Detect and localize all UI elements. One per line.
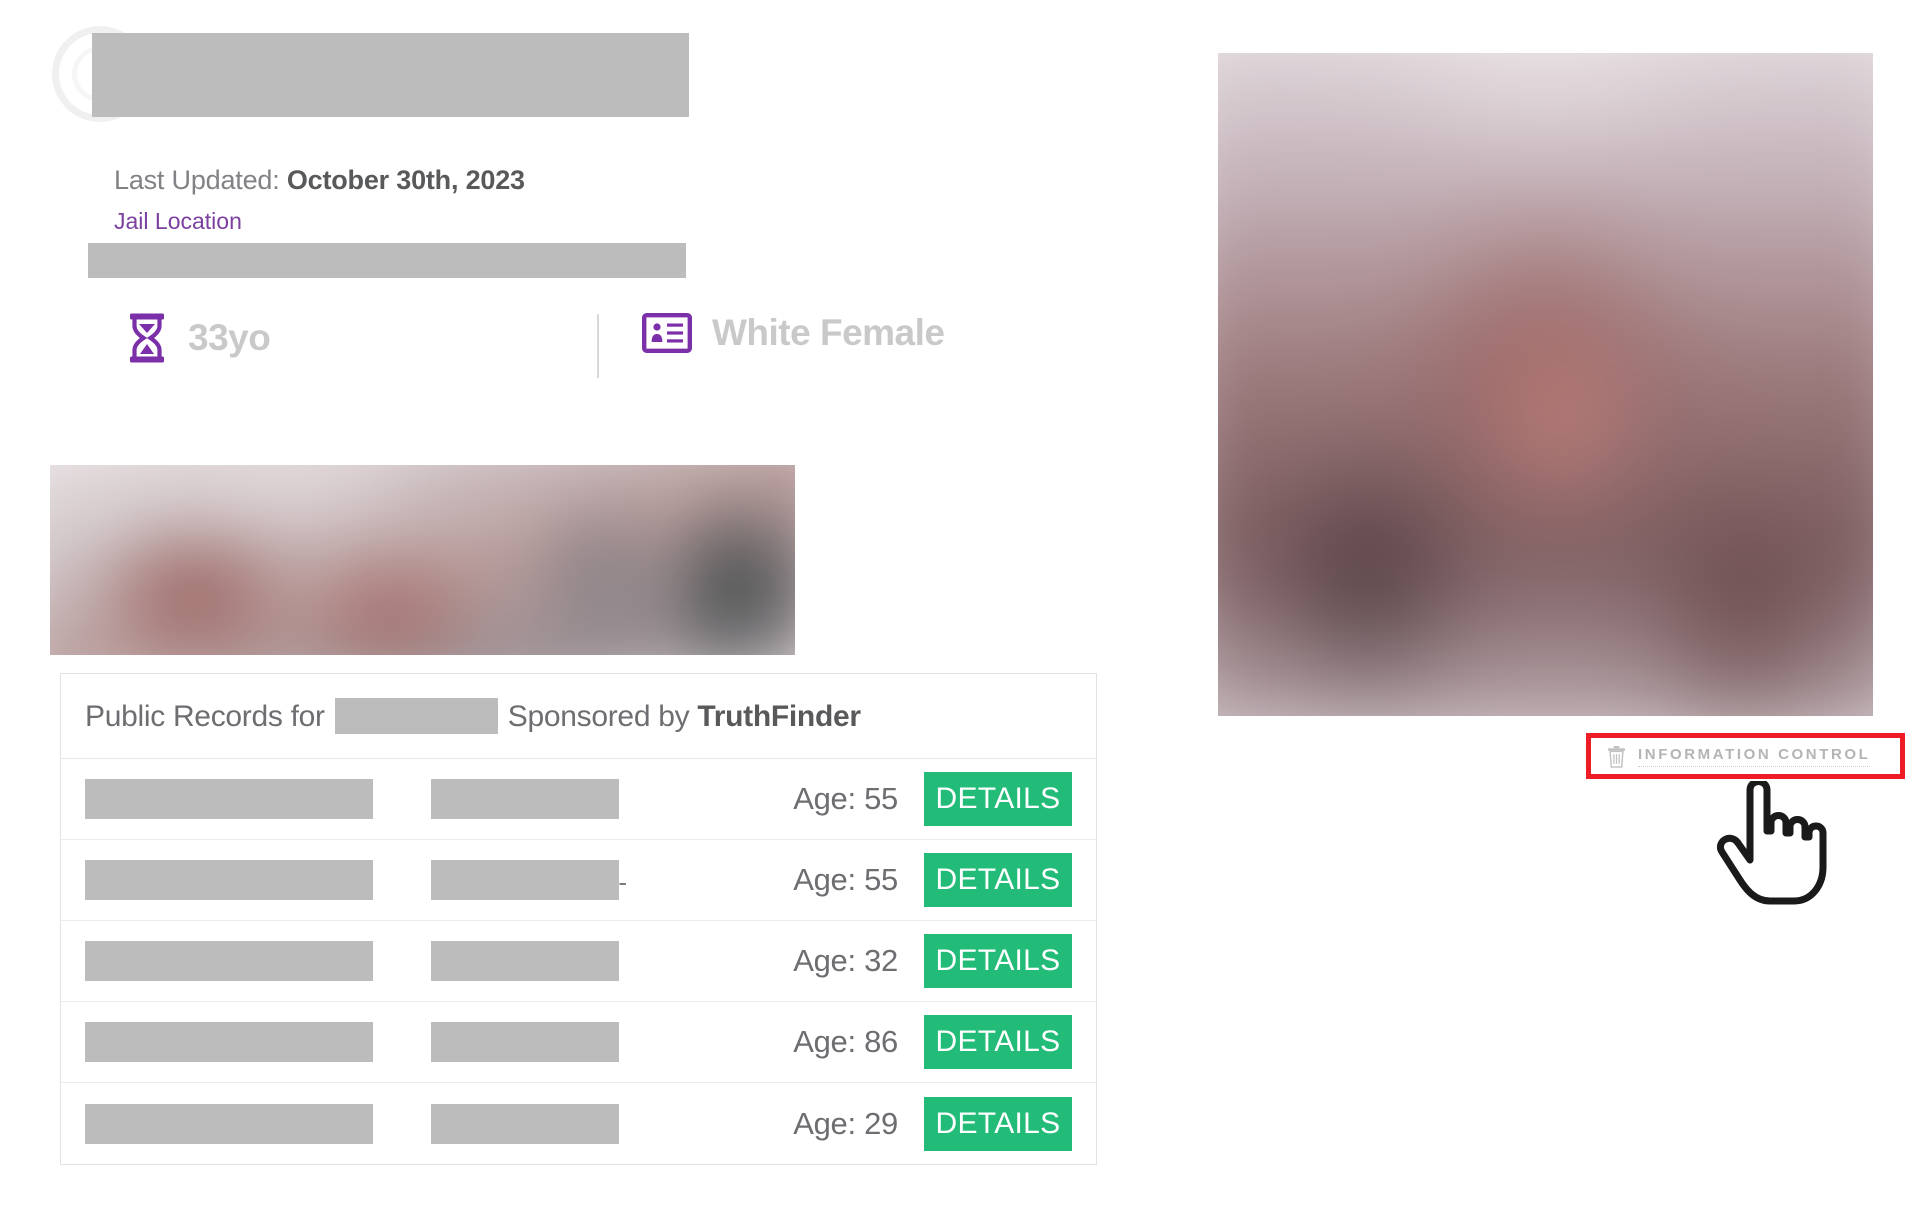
- blurred-portrait-photo: [1218, 53, 1873, 716]
- demographics-divider: [597, 314, 599, 378]
- public-records-panel: Public Records for Sponsored by TruthFin…: [60, 673, 1097, 1166]
- record-age-text: Age: 29: [793, 1105, 898, 1141]
- records-rows-container: Age: 55 DETAILS - Age: 55 DETAILS Age: 32 DETA…: [61, 759, 1096, 1164]
- last-updated-value: October 30th, 2023: [286, 165, 525, 195]
- details-button[interactable]: DETAILS: [924, 772, 1072, 827]
- record-detail-redacted-bar: [431, 1103, 619, 1144]
- information-control-label: INFORMATION CONTROL: [1638, 746, 1871, 767]
- details-button[interactable]: DETAILS: [924, 853, 1072, 908]
- table-row: - Age: 55 DETAILS: [61, 840, 1096, 922]
- record-age-text: Age: 32: [793, 943, 898, 979]
- left-content-column: Last Updated: October 30th, 2023 Jail Lo…: [0, 0, 1120, 1224]
- records-brand-truthfinder: TruthFinder: [697, 700, 861, 733]
- jail-location-link[interactable]: Jail Location: [114, 208, 242, 235]
- record-name-redacted-bar: [85, 779, 373, 820]
- jail-location-redacted-bar: [88, 243, 686, 278]
- blurred-banner-photo: [50, 465, 795, 655]
- record-detail-redacted-bar: [431, 779, 619, 820]
- information-control-button[interactable]: INFORMATION CONTROL: [1591, 738, 1900, 774]
- record-name-redacted-bar: [85, 860, 373, 901]
- page-title-redacted-bar: [92, 33, 689, 117]
- records-header-sponsor: Sponsored by: [507, 700, 690, 733]
- details-button[interactable]: DETAILS: [924, 1015, 1072, 1070]
- record-detail-redacted-bar: -: [431, 860, 627, 901]
- demographic-gender: White Female: [642, 312, 945, 354]
- portrait-blur-layer: [1218, 53, 1873, 716]
- pointing-hand-cursor: [1716, 781, 1827, 905]
- table-row: Age: 32 DETAILS: [61, 921, 1096, 1003]
- record-name-redacted-bar: [85, 941, 373, 982]
- table-row: Age: 86 DETAILS: [61, 1002, 1096, 1084]
- details-button[interactable]: DETAILS: [924, 1096, 1072, 1151]
- records-name-redacted-bar: [334, 698, 498, 735]
- record-age-text: Age: 55: [793, 862, 898, 898]
- banner-blur-layer: [50, 465, 795, 655]
- record-detail-redacted-bar: [431, 1022, 619, 1063]
- last-updated-label: Last Updated:: [114, 165, 280, 195]
- record-age-text: Age: 86: [793, 1024, 898, 1060]
- table-row: Age: 29 DETAILS: [61, 1083, 1096, 1164]
- gender-text: White Female: [712, 312, 945, 353]
- demographics-row: 33yo White Female: [114, 312, 1014, 382]
- record-name-redacted-bar: [85, 1103, 373, 1144]
- record-detail-tail-text: -: [618, 867, 627, 898]
- records-header-prefix: Public Records for: [85, 700, 325, 733]
- trash-icon: [1608, 745, 1625, 768]
- id-card-icon: [642, 313, 692, 353]
- demographic-age: 33yo: [126, 312, 271, 364]
- information-control-highlight-box: INFORMATION CONTROL: [1586, 733, 1905, 779]
- details-button[interactable]: DETAILS: [924, 934, 1072, 989]
- records-panel-header: Public Records for Sponsored by TruthFin…: [61, 674, 1096, 760]
- table-row: Age: 55 DETAILS: [61, 759, 1096, 841]
- record-age-text: Age: 55: [793, 781, 898, 817]
- record-name-redacted-bar: [85, 1022, 373, 1063]
- record-detail-redacted-bar: [431, 941, 619, 982]
- hourglass-icon: [130, 313, 164, 363]
- last-updated-text: Last Updated: October 30th, 2023: [114, 165, 525, 196]
- age-text: 33yo: [188, 317, 271, 358]
